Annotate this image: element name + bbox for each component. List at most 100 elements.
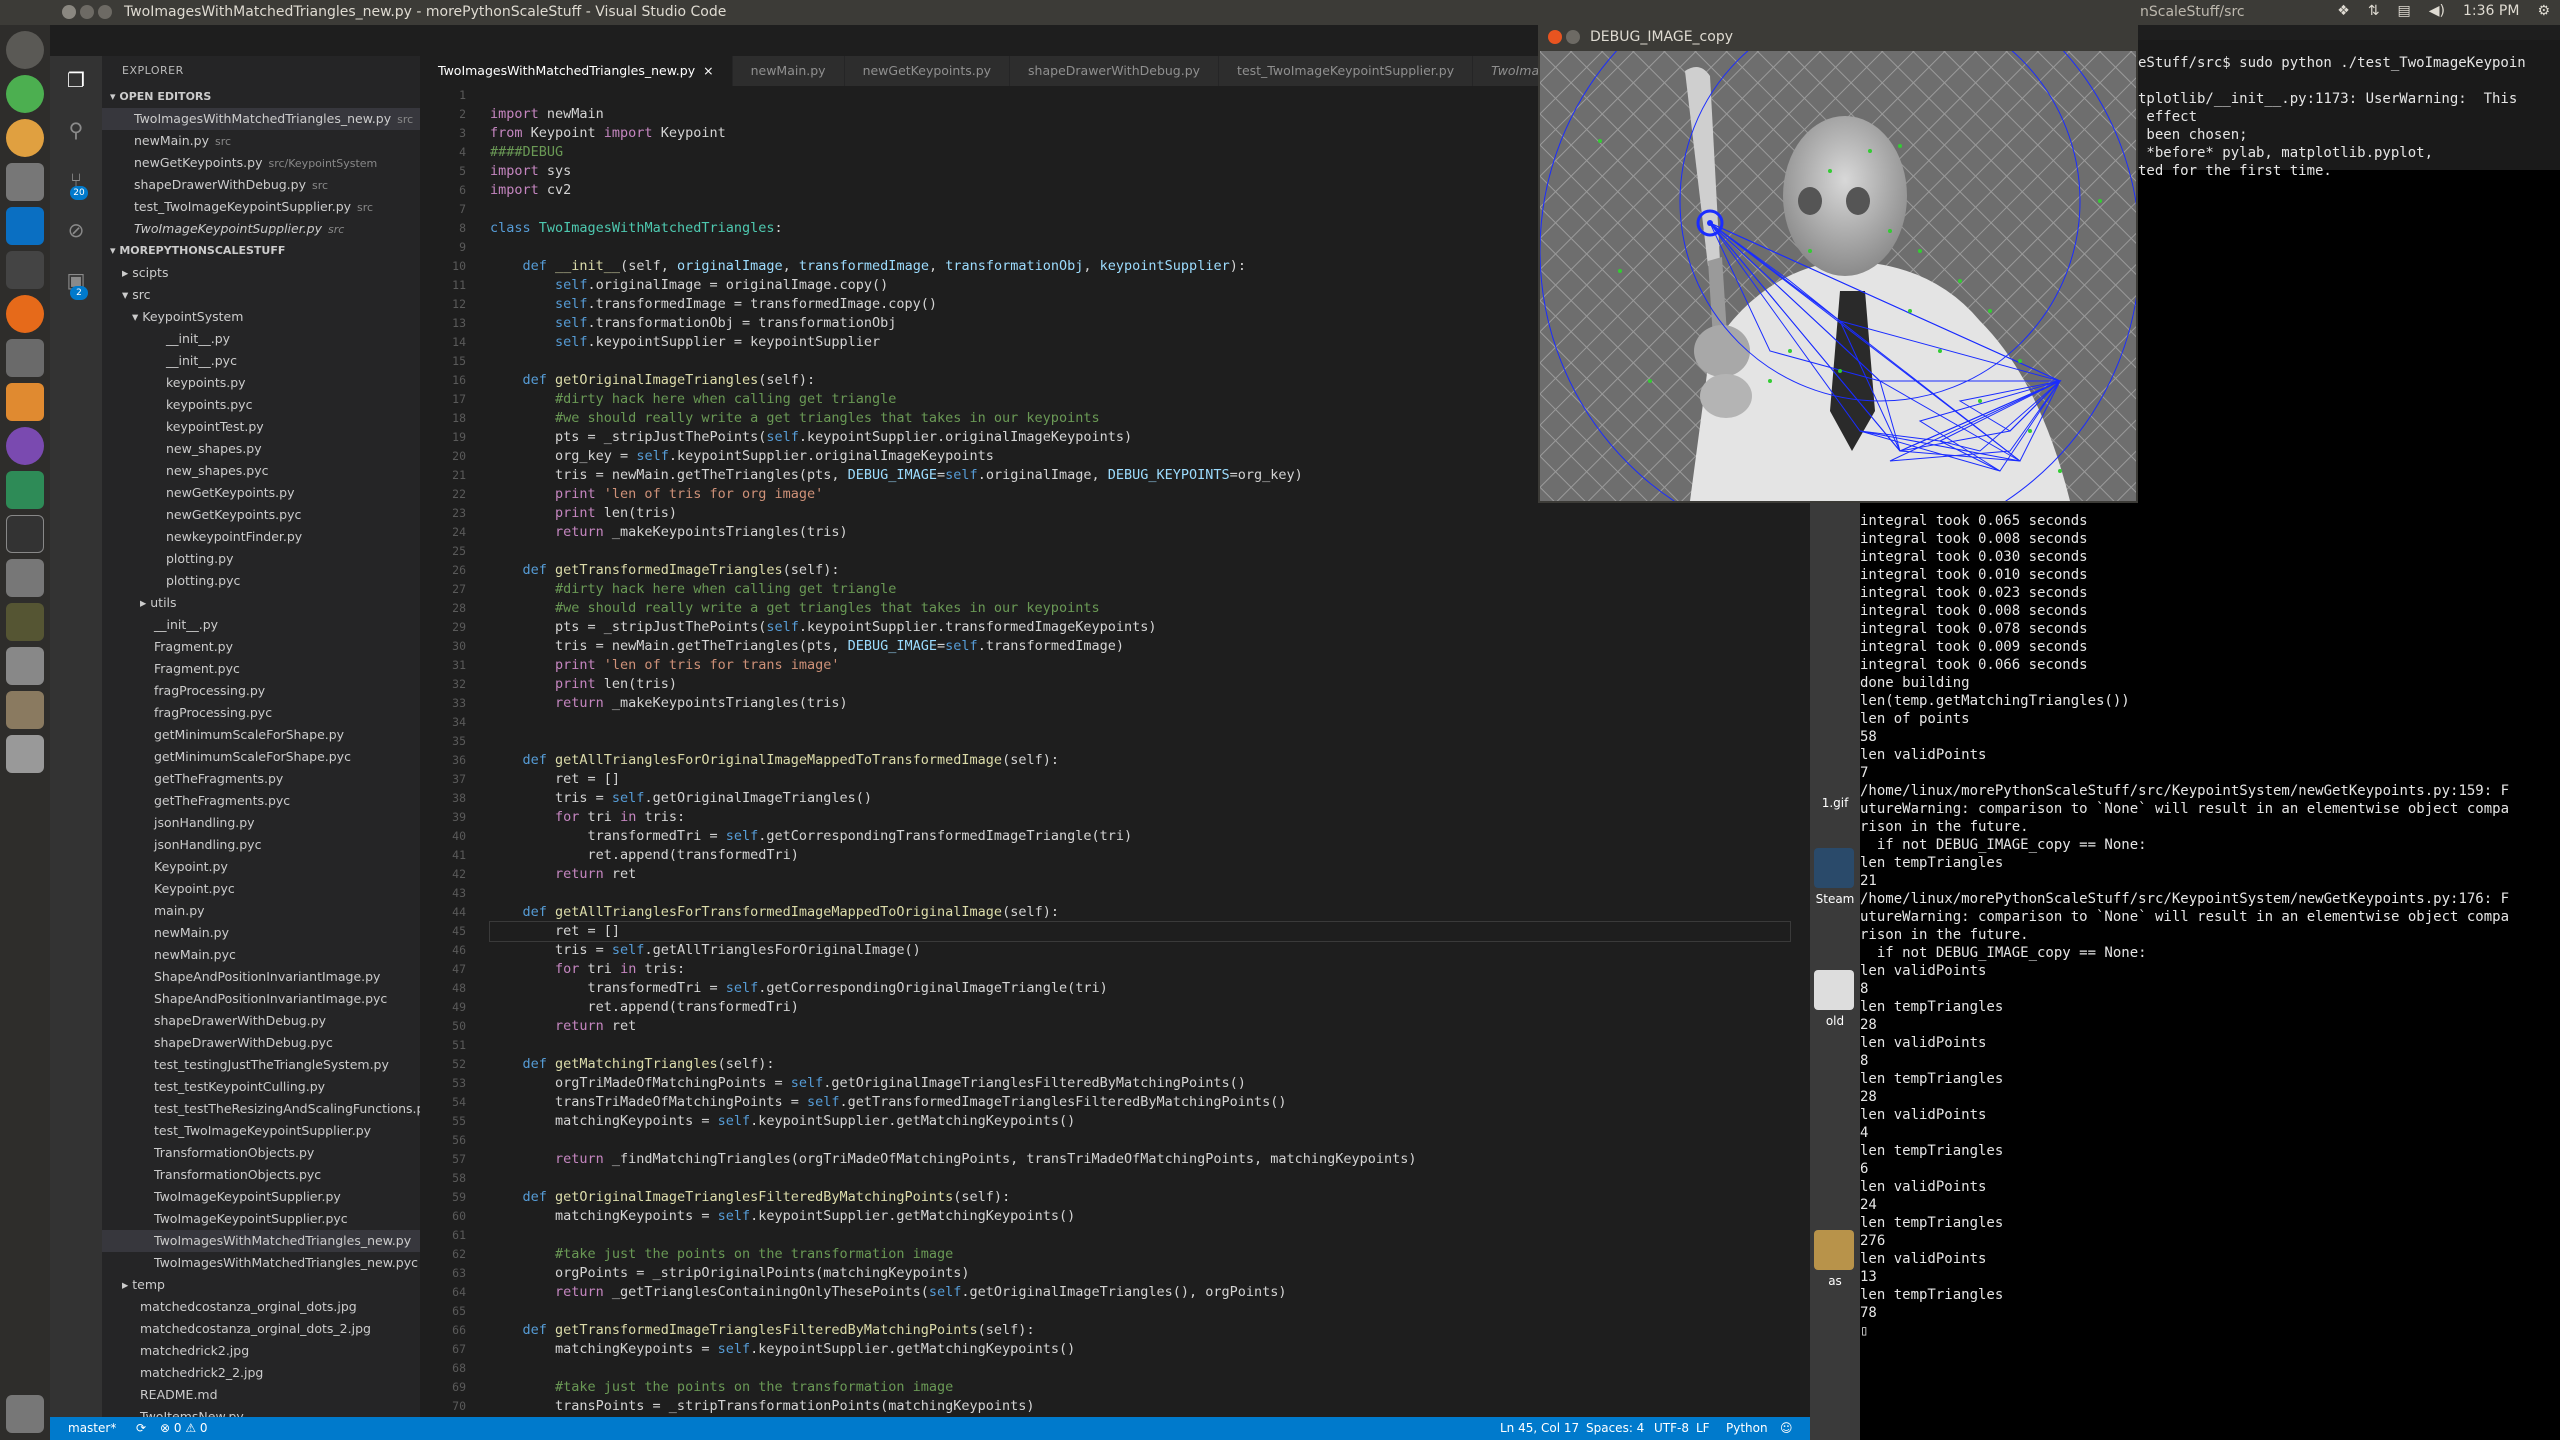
code-line[interactable]: tris = self.getOriginalImageTriangles() xyxy=(490,789,1790,808)
editor-tab[interactable]: TwoImageKeyp xyxy=(1473,56,1540,86)
editor-tab[interactable]: test_TwoImageKeypointSupplier.py xyxy=(1219,56,1474,86)
chrome-icon[interactable] xyxy=(6,119,44,157)
help-icon[interactable] xyxy=(6,559,44,597)
problems-count[interactable]: ⊗ 0 ⚠ 0 xyxy=(160,1421,208,1435)
search-icon[interactable]: ⚲ xyxy=(64,118,88,142)
drive2-icon[interactable] xyxy=(6,691,44,729)
close-icon[interactable]: × xyxy=(703,63,713,78)
file-tree-item[interactable]: newGetKeypoints.pyc xyxy=(102,504,420,526)
file-tree-item[interactable]: jsonHandling.py xyxy=(102,812,420,834)
tools-icon[interactable] xyxy=(6,339,44,377)
file-tree-item[interactable]: keypointTest.py xyxy=(102,416,420,438)
file-tree-item[interactable]: Keypoint.pyc xyxy=(102,878,420,900)
code-line[interactable]: #we should really write a get triangles … xyxy=(490,599,1790,618)
code-line[interactable]: ret = [] xyxy=(490,770,1790,789)
code-line[interactable]: return _makeKeypointsTriangles(tris) xyxy=(490,694,1790,713)
minimize-window-button[interactable] xyxy=(80,5,94,19)
file-tree-item[interactable]: jsonHandling.pyc xyxy=(102,834,420,856)
file-tree-item[interactable]: Fragment.pyc xyxy=(102,658,420,680)
code-line[interactable]: return _getTrianglesContainingOnlyTheseP… xyxy=(490,1283,1790,1302)
code-line[interactable]: def getOriginalImageTrianglesFilteredByM… xyxy=(490,1188,1790,1207)
file-tree-item[interactable]: newMain.pyc xyxy=(102,944,420,966)
open-editors-section[interactable]: ▾ OPEN EDITORS xyxy=(102,86,420,108)
code-line[interactable]: matchingKeypoints = self.keypointSupplie… xyxy=(490,1207,1790,1226)
code-line[interactable]: return _findMatchingTriangles(orgTriMade… xyxy=(490,1150,1790,1169)
file-tree-item[interactable]: ShapeAndPositionInvariantImage.py xyxy=(102,966,420,988)
eclipse-icon[interactable] xyxy=(6,427,44,465)
editor-tab[interactable]: shapeDrawerWithDebug.py xyxy=(1010,56,1220,86)
close-window-button[interactable] xyxy=(62,5,76,19)
code-line[interactable] xyxy=(490,542,1790,561)
debug-window-titlebar[interactable]: DEBUG_IMAGE_copy xyxy=(1538,25,2138,49)
code-line[interactable] xyxy=(490,1359,1790,1378)
code-line[interactable]: matchingKeypoints = self.keypointSupplie… xyxy=(490,1112,1790,1131)
language-mode[interactable]: Python xyxy=(1726,1421,1768,1435)
code-line[interactable]: transformedTri = self.getCorrespondingTr… xyxy=(490,827,1790,846)
terminal-icon[interactable] xyxy=(6,515,44,553)
code-line[interactable]: for tri in tris: xyxy=(490,808,1790,827)
open-editor-item[interactable]: shapeDrawerWithDebug.py src xyxy=(102,174,420,196)
desktop-label-steam[interactable]: Steam xyxy=(1810,892,1860,906)
code-line[interactable]: transPoints = _stripTransformationPoints… xyxy=(490,1397,1790,1416)
clock[interactable]: 1:36 PM xyxy=(2463,3,2519,19)
file-tree-item[interactable]: test_testTheResizingAndScalingFunctions.… xyxy=(102,1098,420,1120)
code-line[interactable]: print len(tris) xyxy=(490,675,1790,694)
vscode-icon[interactable] xyxy=(6,207,44,245)
file-tree-item[interactable]: TwoImageKeypointSupplier.py xyxy=(102,1186,420,1208)
file-tree-item[interactable]: TransformationObjects.pyc xyxy=(102,1164,420,1186)
file-tree-item[interactable]: README.md xyxy=(102,1384,420,1406)
files-icon[interactable] xyxy=(6,163,44,201)
code-line[interactable]: def getMatchingTriangles(self): xyxy=(490,1055,1790,1074)
code-line[interactable] xyxy=(490,732,1790,751)
file-tree-item[interactable]: __init__.py xyxy=(102,328,420,350)
code-line[interactable]: matchingKeypoints = self.keypointSupplie… xyxy=(490,1340,1790,1359)
file-tree-item[interactable]: ▾ src xyxy=(102,284,420,306)
code-line[interactable]: tris = newMain.getTheTriangles(pts, DEBU… xyxy=(490,637,1790,656)
power-icon[interactable]: ⚙ xyxy=(2537,3,2550,19)
code-line[interactable]: return ret xyxy=(490,1017,1790,1036)
code-line[interactable]: return _makeKeypointsTriangles(tris) xyxy=(490,523,1790,542)
file-tree-item[interactable]: fragProcessing.py xyxy=(102,680,420,702)
file-tree-item[interactable]: TransformationObjects.py xyxy=(102,1142,420,1164)
file-tree-item[interactable]: keypoints.pyc xyxy=(102,394,420,416)
code-line[interactable] xyxy=(490,1169,1790,1188)
file-tree-item[interactable]: ▾ KeypointSystem xyxy=(102,306,420,328)
code-line[interactable] xyxy=(490,713,1790,732)
file-tree-item[interactable]: matchedcostanza_orginal_dots_2.jpg xyxy=(102,1318,420,1340)
dash-icon[interactable] xyxy=(6,31,44,69)
file-tree-item[interactable]: keypoints.py xyxy=(102,372,420,394)
file-tree-item[interactable]: newGetKeypoints.py xyxy=(102,482,420,504)
code-line[interactable]: transTriMadeOfMatchingPoints = self.getT… xyxy=(490,1093,1790,1112)
app3-icon[interactable] xyxy=(6,603,44,641)
file-tree-item[interactable]: fragProcessing.pyc xyxy=(102,702,420,724)
code-line[interactable]: return ret xyxy=(490,865,1790,884)
desktop-label-gif[interactable]: 1.gif xyxy=(1810,796,1860,810)
code-line[interactable]: ret.append(transformedTri) xyxy=(490,846,1790,865)
close-icon[interactable] xyxy=(1548,30,1562,44)
file-tree-item[interactable]: test_TwoImageKeypointSupplier.py xyxy=(102,1120,420,1142)
chrome-dev-icon[interactable] xyxy=(6,75,44,113)
debug-image-window[interactable]: DEBUG_IMAGE_copy xyxy=(1538,25,2138,503)
file-tree-item[interactable]: getTheFragments.pyc xyxy=(102,790,420,812)
terminal-top-output[interactable]: eStuff/src$ sudo python ./test_TwoImageK… xyxy=(2138,40,2560,179)
debug-icon[interactable]: ⊘ xyxy=(64,218,88,242)
git-branch[interactable]: master* xyxy=(68,1421,116,1435)
file-tree-item[interactable]: ▸ utils xyxy=(102,592,420,614)
code-line[interactable] xyxy=(490,1131,1790,1150)
file-tree-item[interactable]: __init__.py xyxy=(102,614,420,636)
code-line[interactable]: pts = _stripJustThePoints(self.keypointS… xyxy=(490,618,1790,637)
steam-icon[interactable] xyxy=(6,251,44,289)
minimize-icon[interactable] xyxy=(1566,30,1580,44)
open-editor-item[interactable]: TwoImagesWithMatchedTriangles_new.py src xyxy=(102,108,420,130)
steam-desktop-icon[interactable] xyxy=(1814,848,1854,888)
code-line[interactable]: ret = [] xyxy=(489,921,1791,942)
drive-icon[interactable] xyxy=(6,647,44,685)
code-line[interactable]: def getAllTrianglesForOriginalImageMappe… xyxy=(490,751,1790,770)
file-tree-item[interactable]: plotting.pyc xyxy=(102,570,420,592)
editor-tab[interactable]: newMain.py xyxy=(732,56,845,86)
code-line[interactable]: for tri in tris: xyxy=(490,960,1790,979)
file-tree-item[interactable]: test_testKeypointCulling.py xyxy=(102,1076,420,1098)
file-tree-item[interactable]: newkeypointFinder.py xyxy=(102,526,420,548)
code-line[interactable]: tris = self.getAllTrianglesForOriginalIm… xyxy=(490,941,1790,960)
drive3-icon[interactable] xyxy=(6,735,44,773)
